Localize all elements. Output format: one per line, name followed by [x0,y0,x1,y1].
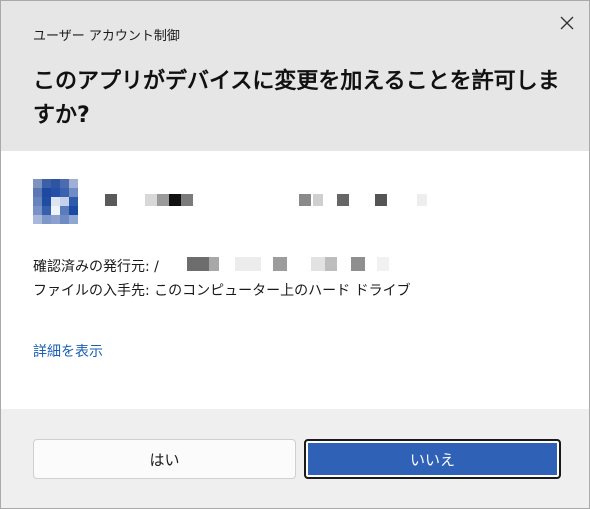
no-button[interactable]: いいえ [304,439,561,479]
dialog-headline: このアプリがデバイスに変更を加えることを許可しますか? [33,69,560,128]
publisher-value-redacted [177,257,397,271]
publisher-line: 確認済みの発行元: / [33,257,159,277]
show-details-link[interactable]: 詳細を表示 [33,341,103,361]
file-origin-line: ファイルの入手先: このコンピューター上のハード ドライブ [33,283,411,299]
publisher-label: 確認済みの発行元: [33,259,150,275]
dialog-header: ユーザー アカウント制御 このアプリがデバイスに変更を加えることを許可しますか? [1,1,589,151]
uac-dialog: ユーザー アカウント制御 このアプリがデバイスに変更を加えることを許可しますか? [0,0,590,509]
dialog-title: ユーザー アカウント制御 [33,29,180,44]
close-button[interactable] [553,9,581,37]
yes-button[interactable]: はい [33,439,296,479]
app-name-redacted [101,194,441,206]
close-icon [560,16,574,30]
app-icon [33,179,78,224]
publisher-prefix: / [154,259,159,275]
